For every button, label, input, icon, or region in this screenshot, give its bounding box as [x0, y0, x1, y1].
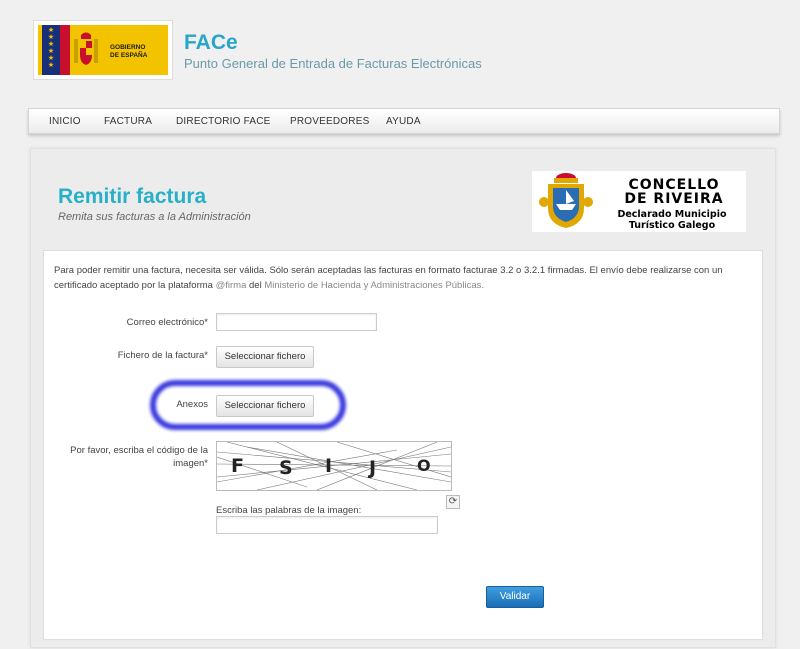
captcha-char: I — [325, 455, 333, 477]
select-invoice-file-button[interactable]: Seleccionar fichero — [216, 346, 314, 368]
spain-crest-icon — [74, 32, 98, 65]
gobierno-text: GOBIERNO DE ESPAÑA — [110, 44, 148, 59]
firma-link[interactable]: @firma — [216, 280, 247, 291]
site-subtitle: Punto General de Entrada de Facturas Ele… — [184, 56, 482, 71]
captcha-char: O — [417, 456, 431, 475]
stars-icon: ★ ★ ★ ★ ★ ★ — [47, 27, 55, 69]
captcha-input-label: Escriba las palabras de la imagen: — [216, 505, 362, 516]
concello-line2: DE RIVEIRA — [624, 191, 724, 207]
spain-flag-stripe — [60, 25, 70, 75]
email-field[interactable] — [216, 313, 377, 331]
nav-directorio-face[interactable]: DIRECTORIO FACE — [176, 116, 271, 127]
captcha-char: S — [279, 457, 293, 479]
logo-background: ★ ★ ★ ★ ★ ★ GOBIERNO DE ESPAÑA — [38, 25, 168, 75]
concello-line3: Declarado Municipio Turístico Galego — [617, 209, 727, 231]
nav-ayuda[interactable]: AYUDA — [386, 116, 421, 127]
ministerio-link[interactable]: Ministerio de Hacienda y Administracione… — [264, 280, 484, 291]
captcha-noise — [217, 442, 451, 490]
riveira-crest-icon — [539, 173, 593, 228]
page-title: Remitir factura — [58, 185, 207, 208]
annex-highlight-circle — [150, 380, 346, 430]
captcha-char: F — [231, 455, 244, 477]
refresh-captcha-icon[interactable]: ⟳ — [446, 495, 460, 509]
validar-button[interactable]: Validar — [486, 586, 544, 608]
gobierno-logo: ★ ★ ★ ★ ★ ★ GOBIERNO DE ESPAÑA — [33, 20, 173, 80]
captcha-image: F S I J O — [216, 441, 452, 491]
captcha-input[interactable] — [216, 516, 438, 534]
site-title[interactable]: FACe — [184, 31, 238, 55]
captcha-char: J — [369, 457, 377, 479]
page-subtitle: Remita sus facturas a la Administración — [58, 211, 251, 223]
concello-riveira-logo: CONCELLO DE RIVEIRA Declarado Municipio … — [532, 171, 746, 232]
main-navbar: INICIO FACTURA DIRECTORIO FACE PROVEEDOR… — [28, 108, 780, 134]
nav-inicio[interactable]: INICIO — [49, 116, 81, 127]
email-label: Correo electrónico* — [126, 317, 208, 328]
intro-text: Para poder remitir una factura, necesita… — [54, 265, 723, 291]
nav-proveedores[interactable]: PROVEEDORES — [290, 116, 369, 127]
invoice-file-label: Fichero de la factura* — [117, 350, 208, 361]
nav-factura[interactable]: FACTURA — [104, 116, 152, 127]
captcha-label: Por favor, escriba el código de la imagen… — [70, 445, 208, 469]
